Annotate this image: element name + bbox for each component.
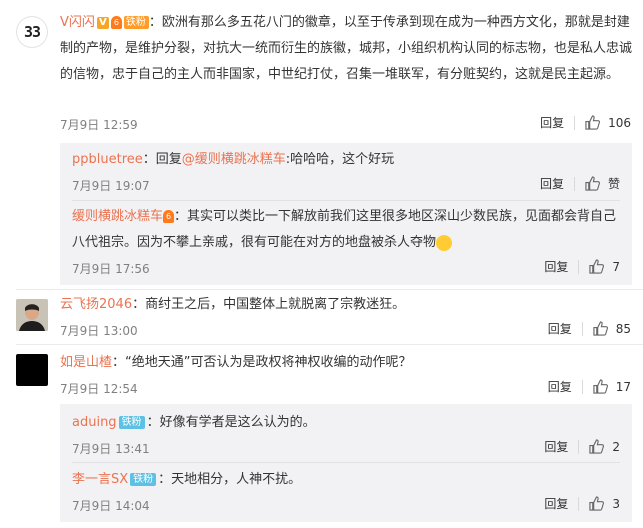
like-button[interactable]: 85 [593, 321, 631, 336]
reply-author[interactable]: 缓则横跳冰糕车 [72, 209, 163, 224]
comment-actions: 回复 106 [540, 114, 631, 131]
comment-author[interactable]: V闪闪 [60, 15, 95, 30]
reply-button[interactable]: 回复 [540, 175, 564, 192]
level-badge: 6 [110, 16, 122, 29]
like-count: 85 [615, 321, 631, 336]
thumbs-up-icon [593, 379, 608, 394]
reply-text: :哈哈哈，这个好玩 [285, 152, 395, 167]
like-button[interactable]: 106 [585, 115, 631, 130]
like-button[interactable]: 3 [589, 496, 620, 511]
reply-time: 7月9日 14:04 [72, 499, 150, 513]
reply-button[interactable]: 回复 [548, 320, 572, 337]
reply-actions: 回复 赞 [540, 175, 620, 192]
divider [72, 462, 620, 463]
reply-prefix: ：回复 [142, 152, 182, 167]
level-badge: 6 [163, 210, 175, 223]
reply-button[interactable]: 回复 [544, 258, 568, 275]
divider [581, 321, 583, 336]
thumbs-up-icon [593, 321, 608, 336]
avatar[interactable] [16, 299, 48, 331]
reply-text: ：好像有学者是这么认为的。 [146, 415, 316, 430]
thumbs-up-icon [589, 496, 605, 511]
reply-author[interactable]: aduing [72, 415, 117, 430]
thumbs-up-icon [585, 115, 601, 130]
like-button[interactable]: 17 [593, 379, 631, 394]
reply-actions: 回复 7 [544, 258, 620, 275]
comment-author[interactable]: 如是山楂 [60, 355, 112, 370]
reply-body: 李一言SX 铁粉 ：天地相分，人神不扰。 [72, 467, 301, 493]
comment-body: V闪闪 V 6 铁粉 ：欧洲有那么多五花八门的徽章，以至于传承到现在成为一种西方文化，那… [60, 10, 632, 88]
reply-button[interactable]: 回复 [544, 495, 568, 512]
comment-text: ：商纣王之后，中国整体上就脱离了宗教迷狂。 [132, 297, 406, 312]
comment-text: ：“绝地天通”可否认为是政权将神权收编的动作呢？ [112, 355, 412, 370]
divider [72, 200, 620, 201]
like-count: 17 [615, 379, 631, 394]
mention-link[interactable]: @缓则横跳冰糕车 [182, 152, 286, 167]
divider [16, 289, 643, 290]
reply-button[interactable]: 回复 [544, 438, 568, 455]
reply-body: ppbluetree：回复@缓则横跳冰糕车:哈哈哈，这个好玩 [72, 147, 394, 173]
like-count: 7 [612, 259, 620, 274]
comment-body: 云飞扬2046：商纣王之后，中国整体上就脱离了宗教迷狂。 [60, 292, 405, 318]
fan-badge: 铁粉 [123, 16, 149, 29]
reply-actions: 回复 2 [544, 438, 620, 455]
reply-button[interactable]: 回复 [548, 378, 572, 395]
reply-actions: 回复 3 [544, 495, 620, 512]
reply-time: 7月9日 17:56 [72, 262, 150, 276]
comment-time: 7月9日 12:59 [60, 118, 138, 132]
divider [578, 259, 580, 274]
fan-badge: 铁粉 [118, 416, 145, 429]
avatar[interactable]: 33 [16, 16, 48, 48]
comment-time: 7月9日 12:54 [60, 382, 138, 396]
laugh-emoji-icon [436, 234, 453, 251]
comment-body: 如是山楂：“绝地天通”可否认为是政权将神权收编的动作呢？ [60, 350, 412, 376]
like-button[interactable]: 2 [589, 439, 620, 454]
thumbs-up-icon [585, 176, 600, 191]
avatar-photo [16, 299, 48, 331]
verified-badge: V [96, 16, 109, 29]
thumbs-up-icon [589, 439, 605, 454]
reply-list: ppbluetree：回复@缓则横跳冰糕车:哈哈哈，这个好玩 7月9日 19:0… [60, 143, 632, 285]
comment-actions: 回复 17 [548, 378, 631, 395]
like-button[interactable]: 7 [589, 259, 620, 274]
avatar-logo-text: 33 [23, 23, 41, 41]
divider [573, 176, 575, 191]
reply-body: 缓则横跳冰糕车 6 ：其实可以类比一下解放前我们这里很多地区深山少数民族，见面都会背… [72, 204, 620, 256]
reply-text: ：天地相分，人神不扰。 [158, 472, 302, 487]
divider [574, 115, 576, 130]
reply-time: 7月9日 13:41 [72, 442, 150, 456]
comment-actions: 回复 85 [548, 320, 631, 337]
divider [578, 439, 580, 454]
divider [16, 344, 643, 345]
fan-badge: 铁粉 [130, 473, 157, 486]
reply-author[interactable]: 李一言SX [72, 472, 128, 487]
reply-body: aduing 铁粉 ：好像有学者是这么认为的。 [72, 410, 316, 436]
like-count: 2 [612, 439, 620, 454]
avatar[interactable] [16, 354, 48, 386]
like-label: 赞 [607, 177, 620, 191]
reply-button[interactable]: 回复 [540, 114, 564, 131]
divider [581, 379, 583, 394]
comment-author[interactable]: 云飞扬2046 [60, 297, 132, 312]
reply-time: 7月9日 19:07 [72, 179, 150, 193]
thumbs-up-icon [589, 259, 605, 274]
comment-time: 7月9日 13:00 [60, 324, 138, 338]
like-count: 106 [608, 115, 631, 130]
reply-list: aduing 铁粉 ：好像有学者是这么认为的。 7月9日 13:41 回复 2 李一… [60, 404, 632, 522]
reply-author[interactable]: ppbluetree [72, 152, 143, 167]
like-count: 3 [612, 496, 620, 511]
like-button[interactable]: 赞 [585, 175, 620, 192]
divider [578, 496, 580, 511]
